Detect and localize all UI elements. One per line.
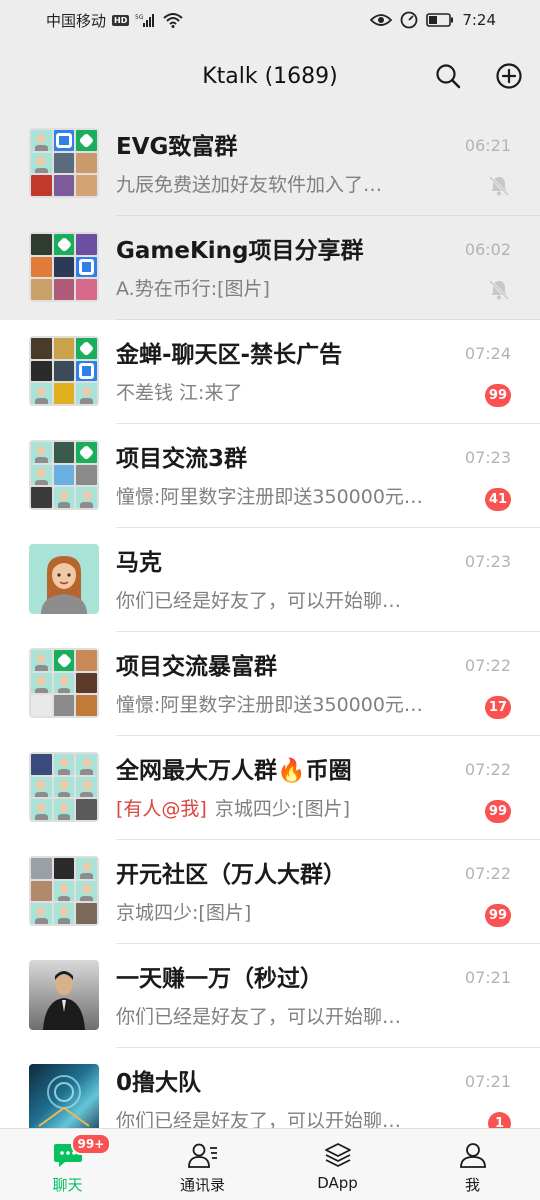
chat-name: EVG致富群 [116, 134, 238, 160]
chat-name: GameKing项目分享群 [116, 238, 364, 264]
chat-row[interactable]: 0撸大队 07:21 你们已经是好友了，可以开始聊… 1 [0, 1048, 540, 1128]
add-button[interactable] [493, 60, 525, 92]
cellular-signal-icon: 5G [135, 13, 157, 27]
network-type-label: 5G [135, 14, 144, 21]
contacts-icon [187, 1143, 217, 1168]
chat-row[interactable]: 金蝉-聊天区-禁长广告 07:24 不差钱 江:来了 99 [0, 320, 540, 424]
mute-bell-icon [488, 279, 510, 301]
person-icon [459, 1143, 486, 1168]
chat-time: 07:24 [464, 344, 511, 363]
bottom-tab-bar: 99+ 聊天 通讯录 DApp 我 [0, 1128, 540, 1200]
status-time: 7:24 [462, 11, 496, 29]
chat-time: 07:22 [464, 760, 511, 779]
unread-badge: 99 [484, 800, 511, 823]
hd-badge: HD [112, 14, 130, 26]
tab-dapp[interactable]: DApp [270, 1129, 405, 1200]
app-header: Ktalk (1689) [0, 40, 540, 112]
unread-badge: 41 [484, 488, 511, 511]
contact-avatar [29, 1064, 99, 1128]
speedometer-icon [400, 11, 418, 29]
group-avatar [29, 856, 99, 926]
tab-label: 聊天 [52, 1176, 83, 1194]
chat-time: 07:23 [464, 552, 511, 571]
chat-time: 07:21 [464, 1072, 511, 1091]
unread-badge: 99 [484, 904, 511, 927]
tab-me[interactable]: 我 [405, 1129, 540, 1200]
group-avatar [29, 336, 99, 406]
eye-icon [370, 13, 393, 27]
battery-icon [426, 13, 454, 27]
mute-bell-icon [488, 175, 510, 197]
chat-name: 一天赚一万（秒过） [116, 966, 323, 992]
tab-contacts[interactable]: 通讯录 [135, 1129, 270, 1200]
chat-preview-text: 京城四少:[图片] [214, 798, 351, 820]
chat-name: 马克 [116, 550, 162, 576]
chat-row[interactable]: 全网最大万人群🔥币圈 07:22 [有人@我] 京城四少:[图片] 99 [0, 736, 540, 840]
chat-row[interactable]: 马克 07:23 你们已经是好友了，可以开始聊… [0, 528, 540, 632]
contact-avatar [29, 544, 99, 614]
group-avatar [29, 440, 99, 510]
chat-row[interactable]: EVG致富群 06:21 九辰免费送加好友软件加入了… [0, 112, 540, 216]
search-icon [436, 64, 461, 89]
chat-preview: 九辰免费送加好友软件加入了… [116, 174, 383, 196]
chat-row[interactable]: 开元社区（万人大群） 07:22 京城四少:[图片] 99 [0, 840, 540, 944]
wifi-icon [163, 12, 184, 28]
chat-name: 0撸大队 [116, 1070, 202, 1096]
chat-preview: 京城四少:[图片] [116, 902, 252, 924]
chat-preview: 不差钱 江:来了 [116, 382, 243, 404]
unread-badge: 17 [484, 696, 511, 719]
chat-time: 07:23 [464, 448, 511, 467]
chat-time: 06:21 [464, 136, 511, 155]
status-bar: 中国移动 HD 5G 7:24 [0, 0, 540, 40]
unread-badge: 1 [488, 1112, 511, 1128]
chat-preview: [有人@我] 京城四少:[图片] [116, 794, 350, 821]
mention-tag: [有人@我] [116, 798, 207, 820]
chat-preview: 你们已经是好友了，可以开始聊… [116, 1110, 402, 1128]
chat-name: 全网最大万人群🔥币圈 [116, 758, 352, 784]
chat-preview: A.势在币行:[图片] [116, 278, 270, 300]
chat-name: 开元社区（万人大群） [116, 862, 346, 888]
unread-badge: 99 [484, 384, 511, 407]
layers-icon [324, 1143, 351, 1167]
chat-name: 项目交流暴富群 [116, 654, 277, 680]
chat-preview: 憧憬:阿里数字注册即送350000元… [116, 694, 423, 716]
chat-row[interactable]: GameKing项目分享群 06:02 A.势在币行:[图片] [0, 216, 540, 320]
plus-circle-icon [496, 63, 522, 89]
group-avatar [29, 648, 99, 718]
tab-chats[interactable]: 99+ 聊天 [0, 1129, 135, 1200]
contact-avatar [29, 960, 99, 1030]
chat-name: 金蝉-聊天区-禁长广告 [116, 342, 343, 368]
chat-preview: 你们已经是好友了，可以开始聊… [116, 590, 402, 612]
chat-row[interactable]: 一天赚一万（秒过） 07:21 你们已经是好友了，可以开始聊… [0, 944, 540, 1048]
group-avatar [29, 232, 99, 302]
chat-preview: 你们已经是好友了，可以开始聊… [116, 1006, 402, 1028]
unread-total-badge: 99+ [70, 1133, 112, 1155]
group-avatar [29, 752, 99, 822]
chat-list[interactable]: EVG致富群 06:21 九辰免费送加好友软件加入了… GameKing项目分享… [0, 112, 540, 1128]
group-avatar [29, 128, 99, 198]
tab-label: 我 [464, 1176, 480, 1194]
chat-time: 07:22 [464, 864, 511, 883]
chat-time: 07:21 [464, 968, 511, 987]
chat-preview: 憧憬:阿里数字注册即送350000元… [116, 486, 423, 508]
chat-row[interactable]: 项目交流暴富群 07:22 憧憬:阿里数字注册即送350000元… 17 [0, 632, 540, 736]
page-title: Ktalk (1689) [202, 63, 338, 89]
chat-time: 07:22 [464, 656, 511, 675]
carrier-name: 中国移动 [46, 11, 107, 30]
chat-time: 06:02 [464, 240, 511, 259]
search-button[interactable] [432, 60, 464, 92]
chat-row[interactable]: 项目交流3群 07:23 憧憬:阿里数字注册即送350000元… 41 [0, 424, 540, 528]
tab-label: DApp [317, 1174, 358, 1192]
tab-label: 通讯录 [179, 1176, 225, 1194]
chat-name: 项目交流3群 [116, 446, 248, 472]
